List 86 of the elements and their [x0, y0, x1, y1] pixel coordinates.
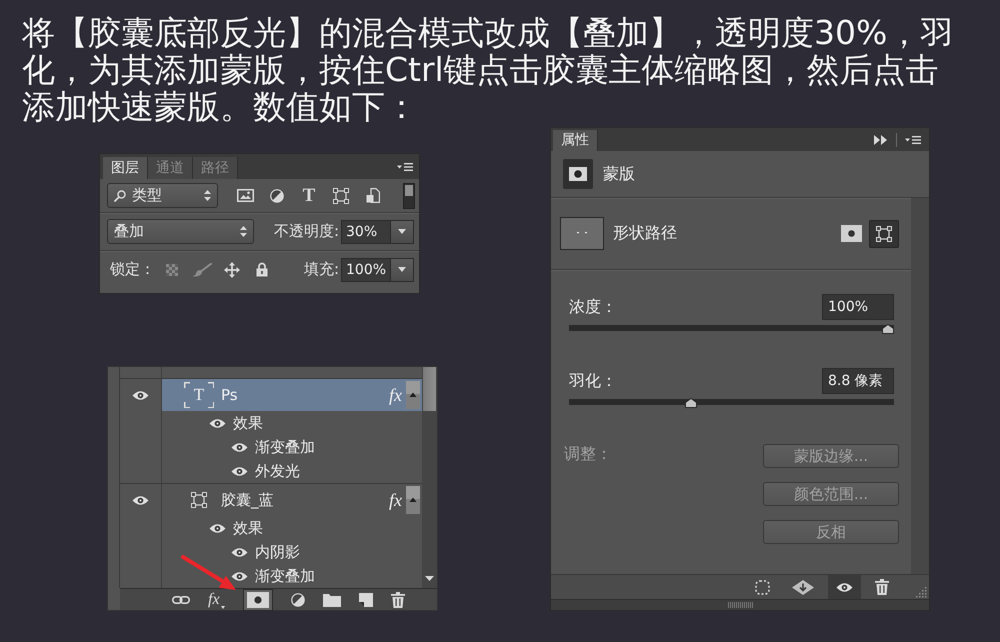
diamond-arrow-icon[interactable]	[792, 580, 814, 594]
pointer-arrow	[180, 553, 238, 593]
effect-name[interactable]: 外发光	[255, 462, 300, 480]
filter-dropdown[interactable]: 类型	[107, 183, 218, 208]
dropdown-button[interactable]	[391, 258, 414, 282]
image-icon[interactable]	[236, 189, 254, 202]
eye-icon[interactable]	[231, 442, 248, 452]
mask-icon	[246, 592, 269, 608]
caret-icon	[398, 229, 406, 234]
eye-icon[interactable]	[231, 570, 248, 582]
eye-icon[interactable]	[132, 390, 149, 400]
updown-caret-icon	[240, 226, 247, 237]
panel-heading: 蒙版	[603, 164, 635, 184]
mask-icon[interactable]	[841, 225, 862, 242]
panel-menu-icon[interactable]	[905, 134, 921, 144]
opacity-field[interactable]: 30%	[341, 220, 391, 244]
move-icon[interactable]	[224, 262, 240, 278]
fx-label: fx	[389, 490, 402, 510]
density-field[interactable]: 100%	[822, 294, 894, 320]
panel-tab[interactable]: 属性	[553, 130, 598, 151]
eye-icon	[836, 582, 853, 592]
slider-thumb[interactable]	[684, 398, 697, 408]
down-triangle-icon[interactable]	[425, 576, 434, 581]
panel-menu-icon[interactable]	[397, 162, 413, 172]
mask-icon[interactable]	[563, 159, 593, 189]
dropdown-button[interactable]	[391, 220, 414, 244]
trash-icon[interactable]	[875, 579, 889, 595]
dotted-square-icon[interactable]	[755, 580, 770, 594]
caret-icon	[220, 606, 225, 608]
mask-type-label: 形状路径	[613, 223, 677, 244]
fill-label: 填充:	[304, 260, 339, 279]
search-icon	[114, 190, 126, 202]
effect-name[interactable]: 渐变叠加	[255, 566, 315, 586]
bounding-box-icon	[876, 226, 892, 242]
link-icon[interactable]	[172, 594, 190, 604]
effect-name[interactable]: 内阴影	[255, 542, 300, 562]
updown-caret-icon	[204, 190, 211, 201]
checkerboard-icon[interactable]	[166, 264, 178, 276]
folded-page-icon[interactable]	[358, 592, 373, 606]
folder-icon[interactable]	[322, 592, 341, 606]
caret-icon	[398, 267, 406, 272]
type-filter-button[interactable]: T	[302, 186, 316, 205]
grip-icon[interactable]	[728, 602, 752, 608]
toggle-switch-icon[interactable]	[403, 182, 415, 208]
eye-icon[interactable]	[209, 418, 226, 428]
blend-mode-dropdown[interactable]: 叠加	[107, 219, 254, 244]
feather-field[interactable]: 8.8 像素	[822, 368, 894, 394]
effect-name[interactable]: 渐变叠加	[255, 438, 315, 456]
eye-icon[interactable]	[132, 494, 149, 506]
toolbar-button[interactable]	[242, 588, 273, 610]
mask-mode-button[interactable]	[869, 220, 899, 248]
feather-label: 羽化：	[569, 370, 617, 392]
bounding-box-icon	[191, 492, 207, 508]
eye-icon[interactable]	[209, 522, 226, 534]
density-slider[interactable]	[569, 322, 894, 334]
fx-button[interactable]: fx	[208, 590, 225, 608]
eye-icon[interactable]	[231, 546, 248, 558]
padlock-icon[interactable]	[256, 262, 268, 277]
scrollbar-thumb[interactable]	[423, 367, 436, 411]
density-label: 浓度：	[569, 296, 617, 318]
lock-label: 锁定：	[110, 260, 155, 279]
opacity-label: 不透明度:	[274, 222, 339, 241]
panel-tab[interactable]: 图层	[103, 157, 148, 179]
fx-label: fx	[389, 384, 402, 406]
effects-label: 效果	[233, 414, 263, 432]
thumbnail-icon	[560, 217, 604, 250]
document-icon[interactable]	[366, 188, 380, 203]
layer-name: 胶囊_蓝	[221, 490, 274, 510]
layer-row[interactable]: T Ps fx	[162, 379, 422, 411]
layer-name: Ps	[221, 386, 238, 404]
effects-label: 效果	[233, 518, 263, 538]
double-arrow-icon[interactable]	[874, 134, 887, 144]
trash-icon[interactable]	[390, 592, 405, 608]
fill-field[interactable]: 100%	[341, 258, 391, 282]
feather-slider[interactable]	[569, 396, 894, 408]
adjust-label: 调整：	[564, 444, 612, 465]
instruction-text: 将【胶囊底部反光】的混合模式改成【叠加】，透明度30%，羽化，为其添加蒙版，按住Ctrl键点击胶囊主体缩略图，然后点击添加快速蒙版。数值如下：	[21, 12, 954, 126]
bounding-box-icon[interactable]	[333, 188, 349, 204]
layer-row[interactable]: 胶囊_蓝 fx	[162, 484, 422, 516]
eye-icon[interactable]	[231, 466, 248, 476]
text-layer-thumbnail: T	[184, 382, 214, 408]
resize-grip-icon[interactable]	[915, 586, 927, 598]
half-circle-icon[interactable]	[290, 592, 305, 606]
toolbar-button[interactable]	[828, 575, 861, 599]
half-circle-icon[interactable]	[270, 188, 284, 202]
slider-thumb[interactable]	[882, 324, 894, 334]
